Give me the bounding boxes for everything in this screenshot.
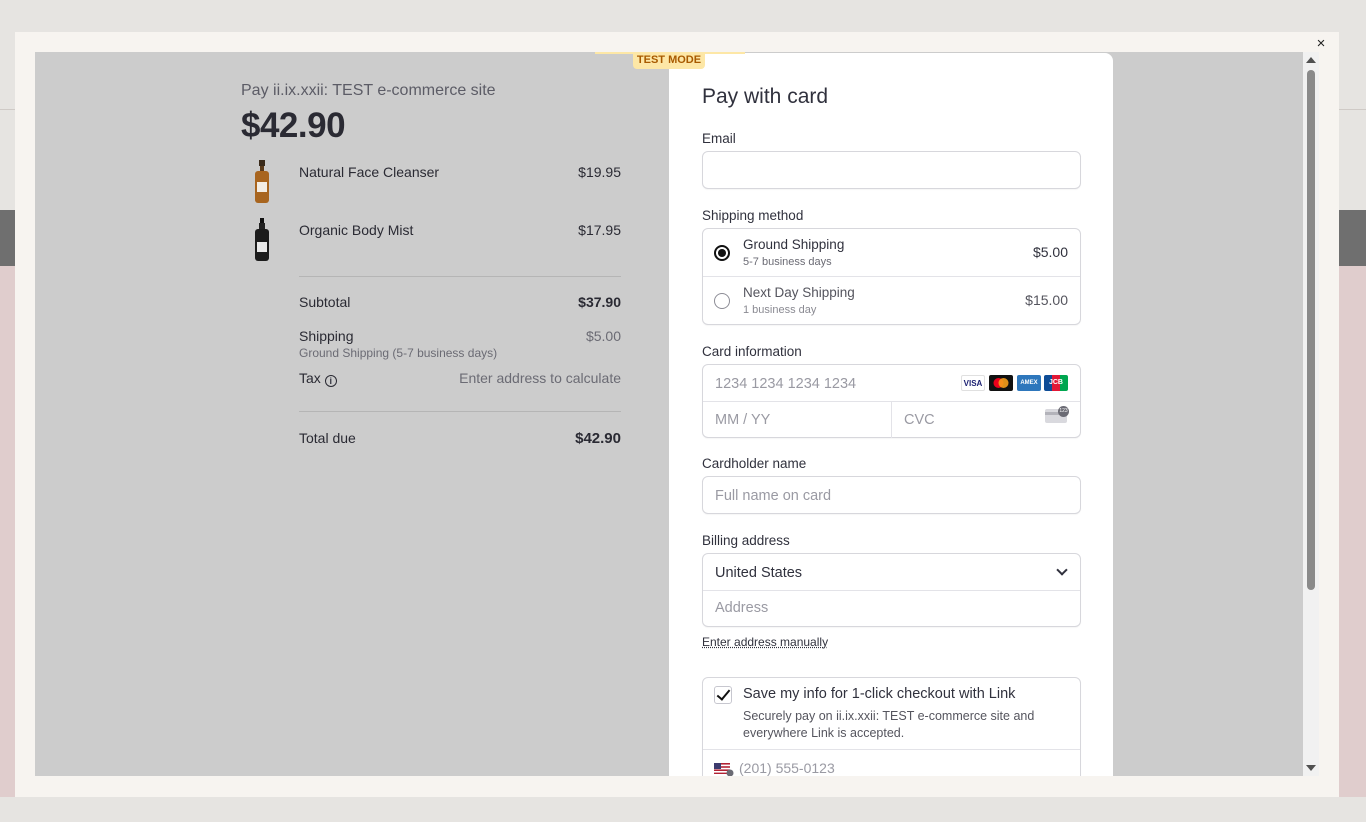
- save-info-title: Save my info for 1-click checkout with L…: [743, 686, 1016, 702]
- scrollbar[interactable]: [1303, 52, 1319, 776]
- card-info-label: Card information: [702, 344, 802, 359]
- checkout-modal: × TEST MODE Pay ii.ix.xxii: TEST e-comme…: [15, 32, 1339, 797]
- card-number-placeholder: 1234 1234 1234 1234: [715, 376, 857, 392]
- checkmark-icon: [716, 686, 731, 701]
- total-value: $42.90: [575, 430, 621, 447]
- email-label: Email: [702, 131, 736, 146]
- scroll-thumb[interactable]: [1307, 70, 1315, 590]
- total-amount: $42.90: [241, 106, 346, 145]
- card-info-group: 1234 1234 1234 1234 VISA AMEX JCB MM / Y…: [702, 364, 1081, 438]
- chevron-down-icon: [1056, 564, 1068, 576]
- divider: [299, 276, 621, 277]
- subtotal-row: Subtotal $37.90: [299, 294, 621, 318]
- order-summary: Pay ii.ix.xxii: TEST e-commerce site $42…: [241, 82, 621, 454]
- save-info-desc-1: Securely pay on ii.ix.xxii: TEST e-comme…: [743, 709, 1035, 723]
- save-info-desc-2: everywhere Link is accepted.: [743, 726, 905, 740]
- item-name: Natural Face Cleanser: [299, 164, 440, 180]
- line-item: Organic Body Mist $17.95: [241, 218, 621, 276]
- pay-title: Pay with card: [702, 85, 829, 108]
- expiry-input[interactable]: MM / YY: [703, 402, 891, 438]
- shipping-option-sub: 5-7 business days: [743, 256, 832, 268]
- mist-bottle-icon: [255, 218, 269, 261]
- shipping-value: $5.00: [585, 328, 621, 344]
- cvc-input[interactable]: CVC 123: [892, 402, 1080, 438]
- address-input[interactable]: Address: [703, 591, 1080, 627]
- shipping-option-nextday[interactable]: Next Day Shipping 1 business day $15.00: [703, 277, 1080, 324]
- shipping-method-group: Ground Shipping 5-7 business days $5.00 …: [702, 228, 1081, 325]
- item-name: Organic Body Mist: [299, 222, 414, 238]
- radio-unselected-icon[interactable]: [714, 293, 730, 309]
- mastercard-icon: [989, 375, 1013, 391]
- line-items: Natural Face Cleanser $19.95 Organic Bod…: [241, 160, 621, 276]
- payment-panel: Pay with card Email Shipping method Grou…: [669, 53, 1113, 776]
- checkout-viewport: TEST MODE Pay ii.ix.xxii: TEST e-commerc…: [35, 52, 1303, 776]
- save-info-checkbox[interactable]: [714, 686, 732, 704]
- country-value: United States: [715, 565, 803, 581]
- cleanser-bottle-icon: [255, 160, 269, 203]
- shipping-row: Shipping Ground Shipping (5-7 business d…: [299, 328, 621, 368]
- billing-label: Billing address: [702, 533, 790, 548]
- tax-label: Tax: [299, 370, 321, 386]
- totals: Subtotal $37.90 Shipping Ground Shipping…: [299, 294, 621, 394]
- us-flag-icon: [714, 763, 734, 776]
- shipping-option-price: $15.00: [1025, 292, 1068, 308]
- enter-address-manually-link[interactable]: Enter address manually: [702, 635, 828, 649]
- shipping-method-label: Shipping method: [702, 208, 804, 223]
- item-price: $17.95: [578, 222, 621, 238]
- jcb-icon: JCB: [1044, 375, 1068, 391]
- shipping-option-name: Ground Shipping: [743, 237, 845, 252]
- shipping-label: Shipping: [299, 328, 354, 344]
- shipping-option-name: Next Day Shipping: [743, 285, 855, 300]
- line-item: Natural Face Cleanser $19.95: [241, 160, 621, 218]
- billing-group: United States Address: [702, 553, 1081, 627]
- close-icon[interactable]: ×: [1313, 36, 1329, 52]
- cvc-card-icon: 123: [1045, 406, 1069, 423]
- total-label: Total due: [299, 430, 356, 446]
- background-footer: [0, 797, 1366, 822]
- shipping-option-sub: 1 business day: [743, 304, 817, 316]
- cardholder-label: Cardholder name: [702, 456, 807, 471]
- radio-selected-icon[interactable]: [714, 245, 730, 261]
- phone-input[interactable]: (201) 555-0123: [703, 750, 1080, 776]
- shipping-option-price: $5.00: [1032, 244, 1068, 260]
- country-select[interactable]: United States: [703, 554, 1080, 590]
- scroll-down-icon[interactable]: [1306, 765, 1316, 771]
- subtotal-value: $37.90: [578, 294, 621, 310]
- subtotal-label: Subtotal: [299, 294, 351, 310]
- link-save-box: Save my info for 1-click checkout with L…: [702, 677, 1081, 776]
- divider: [299, 411, 621, 412]
- cardholder-placeholder: Full name on card: [715, 488, 832, 504]
- shipping-option-ground[interactable]: Ground Shipping 5-7 business days $5.00: [703, 229, 1080, 276]
- scroll-up-icon[interactable]: [1306, 57, 1316, 63]
- tax-value: Enter address to calculate: [459, 370, 621, 386]
- amex-icon: AMEX: [1017, 375, 1041, 391]
- test-mode-badge: TEST MODE: [633, 52, 705, 69]
- total-row: Total due $42.90: [299, 430, 621, 454]
- visa-icon: VISA: [961, 375, 985, 391]
- phone-placeholder: (201) 555-0123: [739, 760, 835, 776]
- cvc-placeholder: CVC: [904, 412, 935, 428]
- shipping-sub: Ground Shipping (5-7 business days): [299, 346, 498, 360]
- expiry-placeholder: MM / YY: [715, 412, 771, 428]
- info-icon[interactable]: i: [324, 375, 337, 387]
- card-number-input[interactable]: 1234 1234 1234 1234 VISA AMEX JCB: [703, 365, 1080, 401]
- merchant-name: Pay ii.ix.xxii: TEST e-commerce site: [241, 82, 496, 99]
- email-field[interactable]: [702, 151, 1081, 189]
- tax-row: Tax i Enter address to calculate: [299, 370, 621, 394]
- total-due: Total due $42.90: [299, 430, 621, 454]
- cardholder-input[interactable]: Full name on card: [702, 476, 1081, 514]
- address-placeholder: Address: [715, 600, 769, 616]
- item-price: $19.95: [578, 164, 621, 180]
